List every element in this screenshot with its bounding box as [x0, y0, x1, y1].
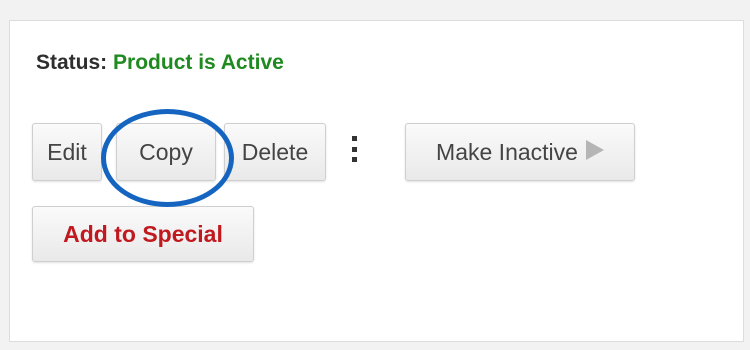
add-to-special-label: Add to Special [63, 220, 223, 247]
delete-button[interactable]: Delete [224, 123, 326, 181]
make-inactive-button[interactable]: Make Inactive [405, 123, 635, 181]
make-inactive-label: Make Inactive [436, 138, 578, 165]
edit-button[interactable]: Edit [32, 123, 102, 181]
edit-button-label: Edit [47, 138, 87, 165]
status-label: Status: [36, 51, 108, 74]
status-line: Status: Product is Active [36, 51, 284, 75]
delete-button-label: Delete [241, 138, 309, 165]
add-to-special-button[interactable]: Add to Special [32, 206, 254, 262]
play-triangle-icon [585, 139, 604, 166]
status-value: Product is Active [113, 51, 284, 74]
copy-button[interactable]: Copy [116, 123, 216, 181]
kebab-menu-icon[interactable] [350, 136, 358, 162]
product-status-panel: Status: Product is Active Edit Copy Dele… [9, 20, 744, 342]
copy-button-label: Copy [139, 138, 193, 165]
